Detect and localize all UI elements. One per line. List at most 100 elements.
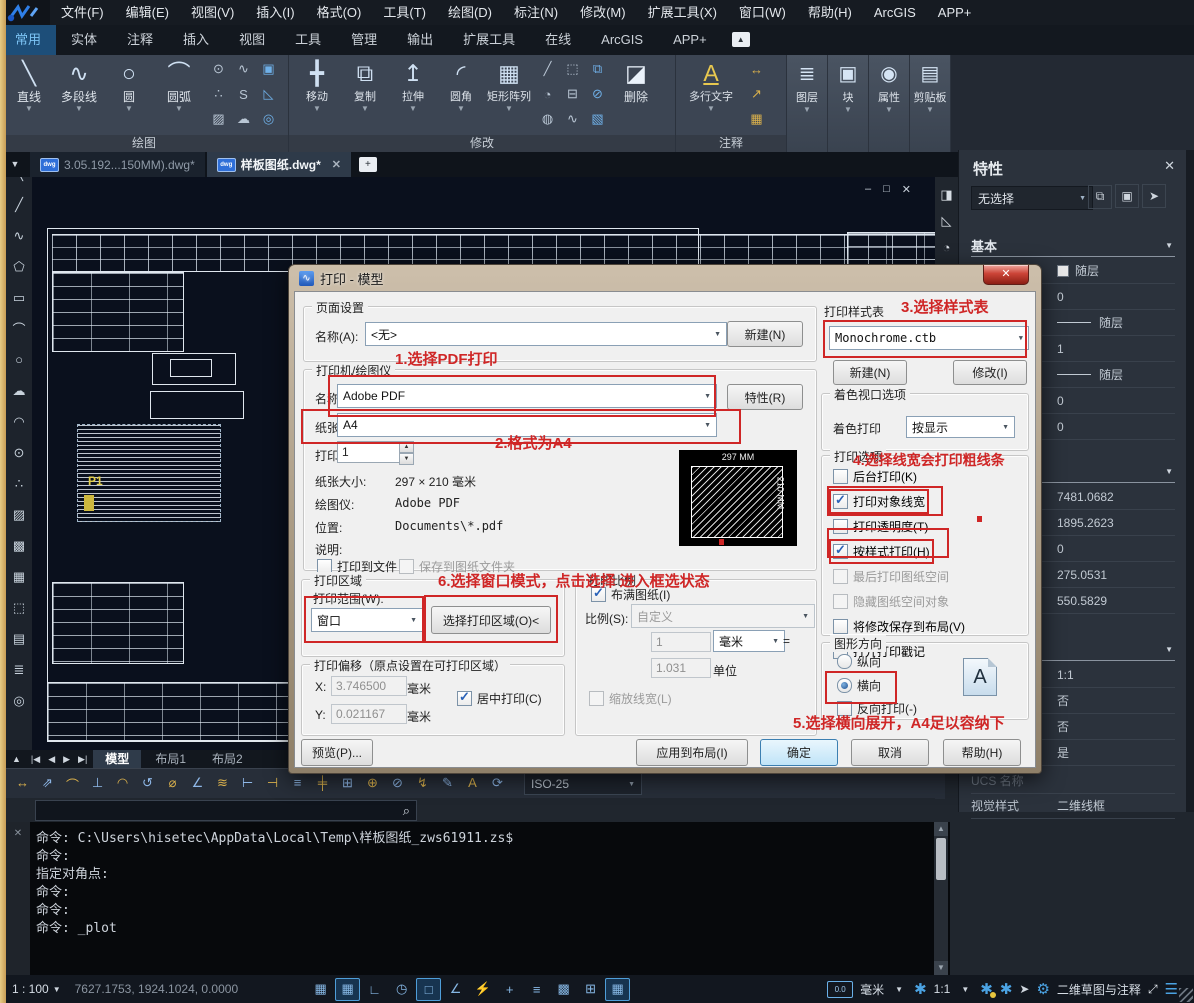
polyline-icon[interactable]: ∿ 多段线 ▼ (54, 55, 104, 136)
point-icon[interactable]: ⊙ (6, 437, 32, 468)
scale-lineweight-checkbox[interactable]: 缩放线宽(L) (589, 690, 672, 707)
ribbon-tab[interactable]: 扩展工具 (448, 25, 530, 55)
layers-icon[interactable]: ≣ (6, 654, 32, 685)
selection-cycling-icon[interactable]: ⊞ (578, 978, 603, 1001)
arc-icon[interactable]: ⌒ 圆弧 ▼ (154, 55, 204, 136)
style-modify-button[interactable]: 修改(I) (953, 360, 1027, 385)
menu-item[interactable]: 插入(I) (245, 0, 305, 25)
palette-scrollbar[interactable] (1186, 150, 1194, 812)
menu-item[interactable]: 视图(V) (180, 0, 245, 25)
offset-y-input[interactable]: 0.021167 (331, 704, 407, 724)
ribbon-tab[interactable]: ArcGIS (586, 25, 658, 55)
table-icon[interactable]: ▦ (6, 561, 32, 592)
ortho-mode-icon[interactable]: ∟ (362, 978, 387, 1001)
menu-item[interactable]: 扩展工具(X) (637, 0, 728, 25)
app-logo-icon[interactable] (0, 0, 50, 25)
menu-item[interactable]: 修改(M) (569, 0, 637, 25)
select-objects-icon[interactable]: ➤ (1142, 184, 1166, 208)
angle-snap-icon[interactable]: ∠ (443, 978, 468, 1001)
menu-item[interactable]: 文件(F) (50, 0, 115, 25)
rect-array-icon[interactable]: ▦ 矩形阵列 ▼ (485, 55, 533, 136)
section-basic[interactable]: 基本 (971, 236, 1175, 257)
print-option-checkbox[interactable]: 后台打印(K) (833, 468, 917, 485)
cancel-button[interactable]: 取消 (851, 739, 929, 766)
divide-icon[interactable]: ∴ (6, 468, 32, 499)
quick-select-icon[interactable]: ⧉ (1088, 185, 1112, 209)
scroll-up-icon[interactable]: ▲ (934, 822, 948, 836)
circle-icon[interactable]: ○ (6, 344, 32, 375)
polar-tracking-icon[interactable]: ◷ (389, 978, 414, 1001)
snap-tracking-icon[interactable]: ⚡ (470, 978, 495, 1001)
annotation-visibility-icon[interactable]: ✱ (980, 980, 993, 998)
grid-snap-icon[interactable]: ▦ (335, 978, 360, 1001)
modify-tool-icon[interactable]: ╱ (535, 57, 560, 82)
mtext-icon[interactable]: ▤ (6, 623, 32, 654)
selection-filter-dropdown[interactable]: 无选择 (971, 186, 1093, 210)
print-option-checkbox[interactable]: 将修改保存到布局(V) (833, 618, 965, 635)
status-menu-icon[interactable]: ☰ (1165, 980, 1178, 998)
fillet-icon[interactable]: ◜ 圆角 ▼ (437, 55, 485, 136)
dimension-tool-icon[interactable]: ◠ (110, 775, 135, 794)
ribbon-tab[interactable]: 常用 (0, 25, 56, 55)
draw-tool-icon[interactable]: S (231, 82, 256, 107)
menu-item[interactable]: 绘图(D) (437, 0, 503, 25)
copies-input[interactable]: 1 (337, 441, 403, 463)
command-scrollbar[interactable]: ▲ ▼ (934, 822, 948, 975)
tab-model[interactable]: 模型 (93, 750, 141, 768)
draw-tool-icon[interactable]: ▣ (256, 57, 281, 82)
construction-line-icon[interactable]: ╱ (6, 189, 32, 220)
modify-tool-icon[interactable]: ⧉ (585, 57, 610, 82)
scale-unit-dropdown[interactable]: 毫米 (713, 630, 785, 652)
dimension-tool-icon[interactable]: ↺ (135, 775, 160, 794)
annotation-autoscale-icon[interactable]: ✱ (1000, 980, 1013, 998)
modify-tool-icon[interactable]: ◔ (535, 82, 560, 107)
dimension-tool-icon[interactable]: ⌀ (160, 775, 185, 794)
drawing-tab-inactive[interactable]: dwg 3.05.192...150MM).dwg* (30, 152, 205, 177)
mtext-icon[interactable]: A 多行文字 ▼ (680, 55, 742, 136)
menu-item[interactable]: 格式(O) (306, 0, 373, 25)
portrait-radio[interactable]: 纵向 (837, 653, 881, 670)
dialog-close-button[interactable]: ✕ (983, 265, 1029, 285)
doc-close-icon[interactable]: ✕ (902, 183, 911, 196)
arc-icon[interactable]: ⌒ (6, 313, 32, 344)
page-setup-new-button[interactable]: 新建(N) (727, 321, 803, 347)
rectangle-icon[interactable]: ▭ (6, 282, 32, 313)
elliptical-arc-icon[interactable]: ◠ (6, 406, 32, 437)
dimension-tool-icon[interactable]: ⊕ (360, 775, 385, 794)
dimension-tool-icon[interactable]: ⊢ (235, 775, 260, 794)
modify-tool-icon[interactable]: ∿ (560, 107, 585, 132)
draw-tool-icon[interactable]: ☁ (231, 107, 256, 132)
ribbon-tab[interactable]: 实体 (56, 25, 112, 55)
ribbon-collapse-icon[interactable]: ▲ (732, 32, 750, 47)
menu-item[interactable]: 工具(T) (372, 0, 437, 25)
layout-nav-icon[interactable]: ▶ (59, 754, 74, 765)
dimension-tool-icon[interactable]: ⊘ (385, 775, 410, 794)
help-button[interactable]: 帮助(H) (943, 739, 1021, 766)
ribbon-tab[interactable]: 视图 (224, 25, 280, 55)
stretch-icon[interactable]: ↥ 拉伸 ▼ (389, 55, 437, 136)
shaded-plot-dropdown[interactable]: 按显示 (906, 416, 1015, 438)
dimension-tool-icon[interactable]: ⇗ (35, 775, 60, 794)
copies-spinner[interactable]: ▲▼ (399, 441, 414, 463)
drawing-tab-active[interactable]: dwg 样板图纸.dwg* ✕ (207, 152, 351, 177)
dimension-tool-icon[interactable]: ∠ (185, 775, 210, 794)
menu-item[interactable]: 帮助(H) (797, 0, 863, 25)
transparency-icon[interactable]: ▩ (551, 978, 576, 1001)
match-properties-icon[interactable]: ◨ (940, 182, 952, 208)
draw-tool-icon[interactable]: ▨ (206, 107, 231, 132)
draw-tool-icon[interactable]: ⊙ (206, 57, 231, 82)
annotate-tool-icon[interactable]: ↗ (744, 82, 769, 107)
fullscreen-icon[interactable]: ⤢ (1148, 982, 1158, 997)
dimension-tool-icon[interactable]: ⊥ (85, 775, 110, 794)
block-icon[interactable]: ▣ 块 ▼ (828, 55, 869, 156)
offset-x-input[interactable]: 3.746500 (331, 676, 407, 696)
panel-caption-annotate[interactable]: 注释 (676, 135, 786, 152)
dimension-tool-icon[interactable]: ╪ (310, 775, 335, 794)
move-icon[interactable]: ╋ 移动 ▼ (293, 55, 341, 136)
workspace-gear-icon[interactable]: ⚙ (1036, 980, 1049, 998)
dimension-tool-icon[interactable]: ⟳ (485, 775, 510, 794)
tab-close-icon[interactable]: ✕ (332, 158, 341, 171)
unit-label[interactable]: 毫米 (860, 981, 884, 998)
command-close-icon[interactable]: ✕ (14, 828, 22, 839)
menu-item[interactable]: 标注(N) (503, 0, 569, 25)
